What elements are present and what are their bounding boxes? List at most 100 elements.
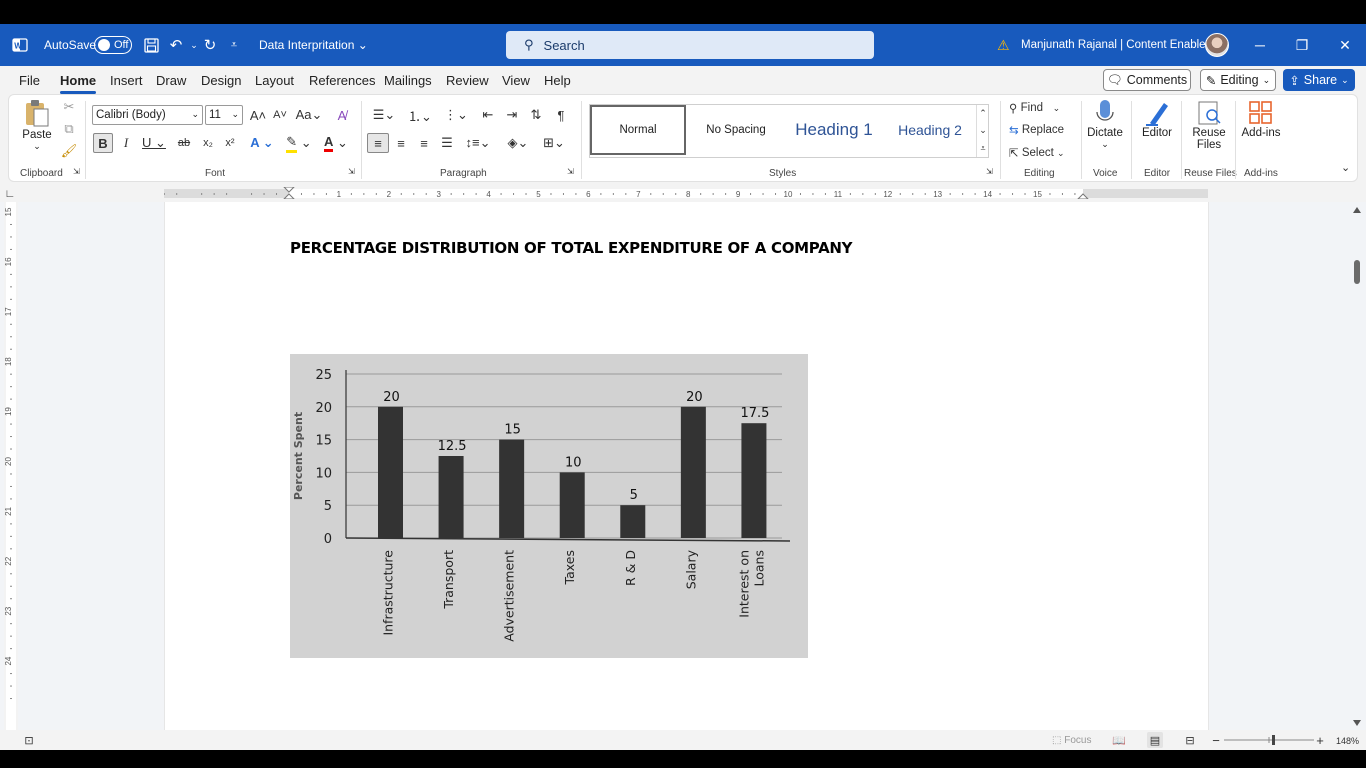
read-mode-icon[interactable]: 📖 xyxy=(1112,733,1126,747)
find-button[interactable]: ⚲ Find ⌄ xyxy=(1009,99,1060,117)
close-icon[interactable]: ✕ xyxy=(1334,34,1356,56)
bold-button[interactable]: B xyxy=(93,133,113,153)
font-color-icon[interactable]: A ⌄ xyxy=(320,133,352,153)
tab-file[interactable]: File xyxy=(19,73,40,88)
minimize-icon[interactable]: ─ xyxy=(1249,34,1271,56)
tab-draw[interactable]: Draw xyxy=(156,73,186,88)
tab-view[interactable]: View xyxy=(502,73,530,88)
shading-icon[interactable]: ◈⌄ xyxy=(503,133,533,153)
customize-toolbar-icon[interactable]: ⩡ xyxy=(225,36,243,54)
multilevel-list-icon[interactable]: ⋮⌄ xyxy=(441,105,471,125)
font-size-select[interactable]: 11 ⌄ xyxy=(205,105,243,125)
subscript-button[interactable]: x₂ xyxy=(199,133,217,153)
scroll-down-icon[interactable] xyxy=(1353,720,1361,726)
tab-mailings[interactable]: Mailings xyxy=(384,73,432,88)
numbering-icon[interactable]: ⒈⌄ xyxy=(405,105,435,125)
undo-icon[interactable]: ↶ xyxy=(167,36,185,54)
tab-review[interactable]: Review xyxy=(446,73,489,88)
paste-button[interactable]: Paste ⌄ xyxy=(21,99,53,152)
format-painter-icon[interactable]: 🖌 xyxy=(61,143,78,159)
tab-help[interactable]: Help xyxy=(544,73,571,88)
select-button[interactable]: ⇱ Select ⌄ xyxy=(1009,144,1065,162)
add-ins-button[interactable]: Add-ins xyxy=(1239,99,1283,139)
change-case-icon[interactable]: Aa⌄ xyxy=(294,105,324,125)
text-effects-icon[interactable]: A ⌄ xyxy=(247,133,277,153)
restore-icon[interactable]: ❐ xyxy=(1291,34,1313,56)
search-box[interactable]: ⚲ Search xyxy=(506,31,874,59)
x-tick-label: Loans xyxy=(751,550,766,587)
decrease-indent-icon[interactable]: ⇤ xyxy=(479,105,497,125)
justify-icon[interactable]: ☰ xyxy=(438,133,456,153)
zoom-in-icon[interactable]: + xyxy=(1315,733,1325,748)
print-layout-icon[interactable]: ▤ xyxy=(1147,732,1163,748)
document-title[interactable]: Data Interpritation ⌄ xyxy=(259,38,368,52)
horizontal-ruler[interactable]: 1 2 3 4 5 6 7 8 9 10 11 12 13 14 15 xyxy=(164,187,1208,199)
zoom-level[interactable]: 148% xyxy=(1336,734,1359,748)
more-styles-icon[interactable]: ⩡ xyxy=(976,139,989,157)
grow-font-icon[interactable]: A˄ xyxy=(249,105,267,125)
sort-icon[interactable]: ⇅ xyxy=(527,105,545,125)
underline-button[interactable]: U ⌄ xyxy=(139,133,169,153)
reuse-files-button[interactable]: Reuse Files xyxy=(1189,99,1229,151)
zoom-out-icon[interactable]: − xyxy=(1211,733,1221,748)
expenditure-bar-chart[interactable]: 0 5 10 15 20 25 Percent Spent 20 Infrastructure 1… xyxy=(290,354,808,658)
italic-button[interactable]: I xyxy=(117,133,135,153)
avatar[interactable] xyxy=(1205,33,1229,57)
replace-button[interactable]: ⇆ Replace xyxy=(1009,121,1064,139)
chevron-up-icon[interactable]: ⌃ xyxy=(976,105,989,122)
ruler-number: 15 xyxy=(1033,190,1042,199)
accessibility-icon[interactable]: ⊡ xyxy=(22,733,36,747)
borders-icon[interactable]: ⊞⌄ xyxy=(539,133,569,153)
copy-icon[interactable]: ⧉ xyxy=(61,121,77,137)
font-family-select[interactable]: Calibri (Body) ⌄ xyxy=(92,105,203,125)
tab-home[interactable]: Home xyxy=(60,73,97,94)
align-left-button[interactable]: ≡ xyxy=(367,133,389,153)
shrink-font-icon[interactable]: A˅ xyxy=(271,105,289,125)
scroll-thumb[interactable] xyxy=(1354,260,1360,284)
show-formatting-icon[interactable]: ¶ xyxy=(552,105,570,125)
tab-layout[interactable]: Layout xyxy=(255,73,294,88)
dialog-launcher-icon[interactable]: ⇲ xyxy=(348,167,355,176)
user-name[interactable]: Manjunath Rajanal | Content Enablers xyxy=(1021,39,1215,51)
tab-references[interactable]: References xyxy=(309,73,375,88)
vertical-ruler[interactable]: 15 16 17 18 19 20 21 22 23 24 xyxy=(4,202,18,730)
dialog-launcher-icon[interactable]: ⇲ xyxy=(73,167,80,176)
highlight-icon[interactable]: ✎ ⌄ xyxy=(283,133,315,153)
bullets-icon[interactable]: ☰⌄ xyxy=(369,105,399,125)
save-icon[interactable] xyxy=(142,36,160,54)
style-no-spacing[interactable]: No Spacing xyxy=(688,105,784,155)
clear-formatting-icon[interactable]: A̸ xyxy=(332,105,352,125)
align-center-icon[interactable]: ≡ xyxy=(392,133,410,153)
comments-button[interactable]: 🗨 Comments xyxy=(1103,69,1191,91)
dictate-button[interactable]: Dictate ⌄ xyxy=(1087,99,1123,150)
superscript-button[interactable]: x² xyxy=(221,133,239,153)
collapse-ribbon-icon[interactable]: ⌄ xyxy=(1341,161,1350,174)
chevron-down-icon[interactable]: ⌄ xyxy=(976,122,989,139)
strikethrough-button[interactable]: ab xyxy=(175,133,193,153)
style-heading-1[interactable]: Heading 1 xyxy=(786,105,882,155)
tab-design[interactable]: Design xyxy=(201,73,241,88)
share-button[interactable]: ⇪ Share ⌄ xyxy=(1283,69,1355,91)
zoom-slider-thumb[interactable] xyxy=(1272,735,1275,745)
tab-selector-icon[interactable]: ∟ xyxy=(4,187,16,201)
autosave-toggle[interactable]: Off xyxy=(94,36,132,54)
web-layout-icon[interactable]: ⊟ xyxy=(1183,733,1197,747)
editor-button[interactable]: Editor xyxy=(1137,99,1177,139)
zoom-slider[interactable] xyxy=(1224,734,1314,746)
cut-icon[interactable]: ✂ xyxy=(61,99,77,115)
focus-button[interactable]: ⬚ Focus xyxy=(1052,733,1091,747)
warning-icon[interactable]: ⚠ xyxy=(997,37,1010,54)
document-page[interactable]: PERCENTAGE DISTRIBUTION OF TOTAL EXPENDI… xyxy=(164,202,1209,730)
vertical-scrollbar[interactable] xyxy=(1350,202,1364,730)
style-normal[interactable]: Normal xyxy=(590,105,686,155)
tab-insert[interactable]: Insert xyxy=(110,73,143,88)
align-right-icon[interactable]: ≡ xyxy=(415,133,433,153)
dialog-launcher-icon[interactable]: ⇲ xyxy=(986,167,993,176)
increase-indent-icon[interactable]: ⇥ xyxy=(503,105,521,125)
style-heading-2[interactable]: Heading 2 xyxy=(884,105,976,155)
redo-icon[interactable]: ↻ xyxy=(201,36,219,54)
line-spacing-icon[interactable]: ↕≡⌄ xyxy=(463,133,493,153)
scroll-up-icon[interactable] xyxy=(1353,207,1361,213)
editing-mode-button[interactable]: ✎ Editing ⌄ xyxy=(1200,69,1276,91)
dialog-launcher-icon[interactable]: ⇲ xyxy=(567,167,574,176)
